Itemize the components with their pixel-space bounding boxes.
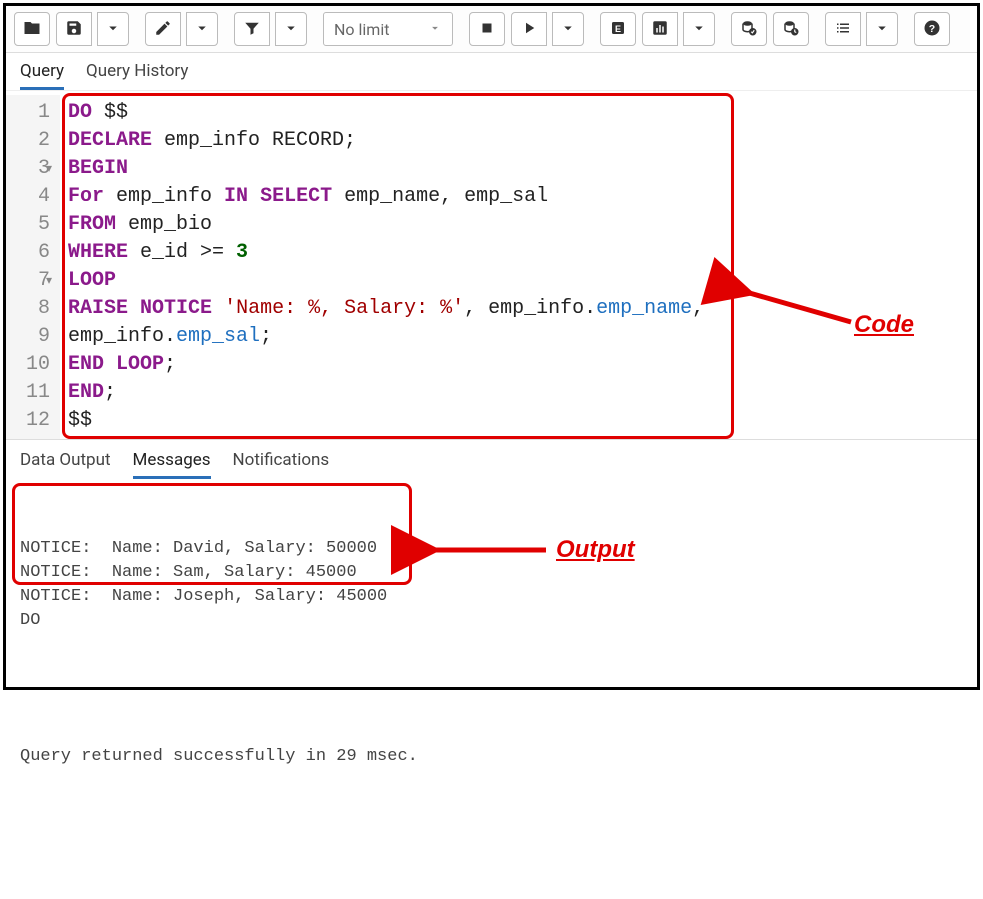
db-check-icon: [740, 19, 758, 40]
code-line[interactable]: FROM emp_bio: [68, 211, 704, 239]
code-line[interactable]: END LOOP;: [68, 351, 704, 379]
filter-dropdown-button[interactable]: [275, 12, 307, 46]
code-line[interactable]: LOOP: [68, 267, 704, 295]
tab-notifications[interactable]: Notifications: [233, 450, 330, 479]
code-line[interactable]: RAISE NOTICE 'Name: %, Salary: %', emp_i…: [68, 295, 704, 323]
line-number: 6: [12, 239, 50, 267]
stop-button[interactable]: [469, 12, 505, 46]
save-icon: [65, 19, 83, 40]
chevron-down-icon: [104, 19, 122, 40]
messages-panel: NOTICE: Name: David, Salary: 50000NOTICE…: [6, 479, 977, 899]
chevron-down-icon: [873, 19, 891, 40]
code-line[interactable]: END;: [68, 379, 704, 407]
tab-messages[interactable]: Messages: [133, 450, 211, 479]
line-number: 8: [12, 295, 50, 323]
svg-text:E: E: [615, 23, 621, 33]
save-button[interactable]: [56, 12, 92, 46]
explain-icon: E: [609, 19, 627, 40]
chevron-down-icon: [559, 19, 577, 40]
pencil-icon: [154, 19, 172, 40]
line-number: 3: [12, 155, 50, 183]
tab-data-output[interactable]: Data Output: [20, 450, 111, 479]
chevron-down-icon: [282, 19, 300, 40]
toolbar: No limit E: [6, 6, 977, 53]
code-area[interactable]: DO $$DECLARE emp_info RECORD;BEGINFor em…: [60, 95, 712, 439]
limit-dropdown[interactable]: No limit: [323, 12, 453, 46]
line-gutter: 123456789101112: [6, 95, 60, 439]
save-dropdown-button[interactable]: [97, 12, 129, 46]
editor-tabs: Query Query History: [6, 53, 977, 90]
result-tabs: Data Output Messages Notifications: [6, 440, 977, 479]
explain-button[interactable]: E: [600, 12, 636, 46]
line-number: 12: [12, 407, 50, 435]
line-number: 10: [12, 351, 50, 379]
macro-dropdown-button[interactable]: [866, 12, 898, 46]
code-line[interactable]: emp_info.emp_sal;: [68, 323, 704, 351]
execute-button[interactable]: [511, 12, 547, 46]
filter-icon: [243, 19, 261, 40]
line-number: 11: [12, 379, 50, 407]
code-line[interactable]: BEGIN: [68, 155, 704, 183]
query-status: Query returned successfully in 29 msec.: [20, 745, 963, 769]
line-number: 5: [12, 211, 50, 239]
message-line: NOTICE: Name: Sam, Salary: 45000: [20, 561, 963, 585]
message-line: NOTICE: Name: Joseph, Salary: 45000: [20, 585, 963, 609]
line-number: 1: [12, 99, 50, 127]
help-icon: ?: [923, 19, 941, 40]
sql-editor[interactable]: 123456789101112 DO $$DECLARE emp_info RE…: [6, 90, 977, 440]
stop-icon: [478, 19, 496, 40]
code-line[interactable]: $$: [68, 407, 704, 435]
code-line[interactable]: For emp_info IN SELECT emp_name, emp_sal: [68, 183, 704, 211]
execute-dropdown-button[interactable]: [552, 12, 584, 46]
chevron-down-icon: [193, 19, 211, 40]
chart-icon: [651, 19, 669, 40]
code-line[interactable]: WHERE e_id >= 3: [68, 239, 704, 267]
rollback-button[interactable]: [773, 12, 809, 46]
db-refresh-icon: [782, 19, 800, 40]
tab-query[interactable]: Query: [20, 61, 64, 90]
limit-dropdown-label: No limit: [334, 20, 389, 39]
edit-dropdown-button[interactable]: [186, 12, 218, 46]
macro-button[interactable]: [825, 12, 861, 46]
play-icon: [520, 19, 538, 40]
code-line[interactable]: DO $$: [68, 99, 704, 127]
chevron-down-icon: [690, 19, 708, 40]
filter-button[interactable]: [234, 12, 270, 46]
analyze-dropdown-button[interactable]: [683, 12, 715, 46]
help-button[interactable]: ?: [914, 12, 950, 46]
code-line[interactable]: DECLARE emp_info RECORD;: [68, 127, 704, 155]
commit-button[interactable]: [731, 12, 767, 46]
line-number: 2: [12, 127, 50, 155]
folder-icon: [23, 19, 41, 40]
line-number: 4: [12, 183, 50, 211]
line-number: 9: [12, 323, 50, 351]
edit-button[interactable]: [145, 12, 181, 46]
open-folder-button[interactable]: [14, 12, 50, 46]
line-number: 7: [12, 267, 50, 295]
tab-query-history[interactable]: Query History: [86, 61, 188, 90]
caret-down-icon: [428, 20, 442, 39]
svg-text:?: ?: [929, 22, 935, 34]
message-line: NOTICE: Name: David, Salary: 50000: [20, 537, 963, 561]
analyze-button[interactable]: [642, 12, 678, 46]
message-line: DO: [20, 609, 963, 633]
list-icon: [834, 19, 852, 40]
